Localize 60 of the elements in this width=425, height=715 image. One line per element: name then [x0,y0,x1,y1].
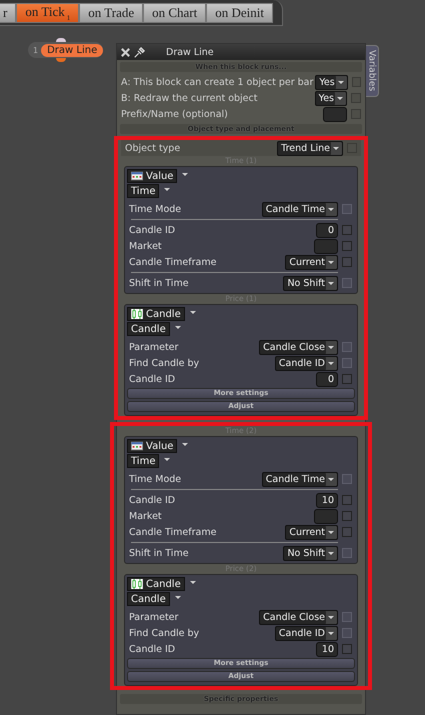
checkbox[interactable] [342,374,352,384]
parameter-label: Candle ID [129,644,176,654]
checkbox[interactable] [352,77,361,87]
parameter-label: Time Mode [129,204,182,214]
parameter-label: Candle ID [129,224,176,236]
checkbox[interactable] [342,495,352,505]
checkbox[interactable] [342,225,352,235]
panel-title: Draw Line [166,46,214,58]
block-node[interactable]: 1 Draw Line [28,42,104,58]
parameter-label: Find Candle by [129,628,200,638]
option-label: Object type [125,142,182,154]
parameter-label: Candle Timeframe [129,526,218,538]
connector-port[interactable] [56,38,66,42]
connector-port[interactable] [56,58,66,62]
input-field[interactable] [314,508,338,524]
checkbox[interactable] [342,257,352,267]
candlestick-icon [131,309,143,319]
event-tab[interactable]: on Deinit [206,3,273,23]
parameter-label: Time Mode [129,474,182,484]
event-tab[interactable]: on Trade [79,3,144,23]
event-tab[interactable]: on Tick$_{1}$ [16,3,80,23]
node-label: Draw Line [41,44,104,56]
calendar-icon [131,171,143,181]
candlestick-icon [131,579,143,589]
parameter-label: Parameter [129,342,180,352]
input-field[interactable]: 0 [316,222,338,238]
parameter-label: Shift in Time [129,278,190,288]
dropdown[interactable]: Trend Line [277,140,343,156]
close-icon[interactable] [120,46,131,58]
checkbox[interactable] [342,527,352,537]
input-field[interactable] [323,106,347,122]
input-field[interactable]: 10 [316,642,338,656]
parameter-label: Candle ID [129,374,176,384]
parameter-label: Candle ID [129,494,176,506]
parameter-label: Shift in Time [129,548,190,558]
checkbox[interactable] [351,93,361,103]
input-field[interactable]: 10 [316,492,338,508]
dropdown[interactable]: Yes [314,90,347,106]
calendar-icon [131,441,143,451]
event-tab[interactable]: on Chart [143,3,206,23]
checkbox[interactable] [342,241,352,251]
checkbox[interactable] [342,511,352,521]
parameter-label: Market [129,240,163,252]
parameter-label: Parameter [129,612,180,622]
option-label: B: Redraw the current object [121,92,258,104]
event-tab[interactable]: r [0,3,16,23]
checkbox[interactable] [351,109,361,119]
pin-icon[interactable] [134,46,145,58]
input-field[interactable]: 0 [316,372,338,386]
option-label: Prefix/Name (optional) [121,108,229,120]
parameter-label: Candle Timeframe [129,256,218,268]
option-label: A: This block can create 1 object per bar [121,76,314,88]
parameter-label: Find Candle by [129,358,200,368]
dropdown[interactable]: Current [285,524,338,540]
node-number: 1 [32,46,40,54]
input-field[interactable] [314,238,338,254]
dropdown[interactable]: Yes [315,74,348,90]
parameter-label: Market [129,510,163,522]
dropdown[interactable]: Current [285,254,338,270]
checkbox[interactable] [342,644,352,654]
